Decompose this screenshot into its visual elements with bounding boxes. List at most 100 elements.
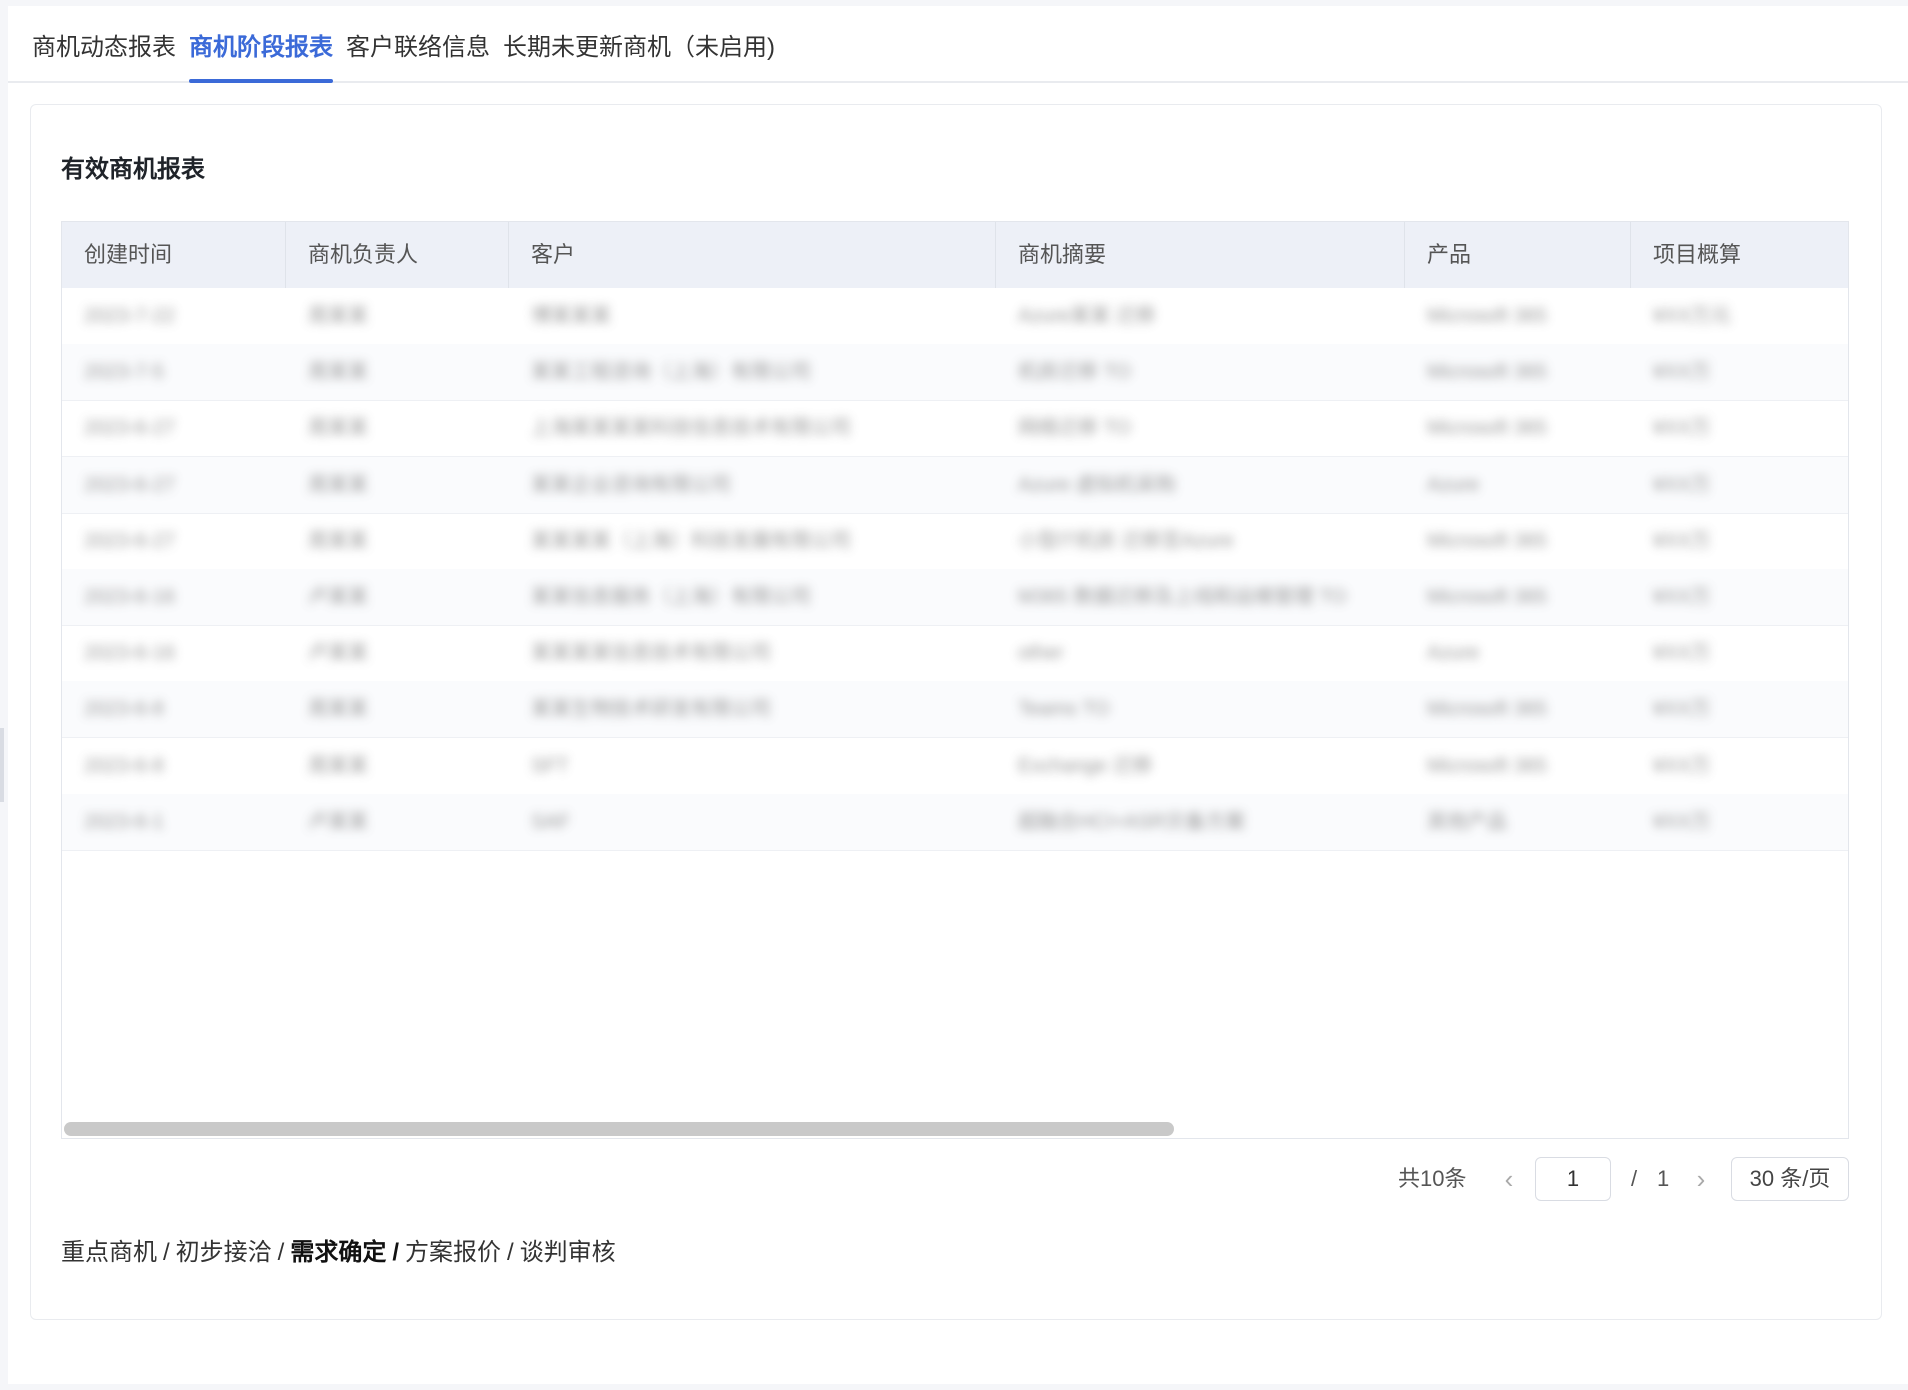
chevron-left-icon[interactable]: ‹ [1495, 1157, 1523, 1201]
pagination: 共10条 ‹ / 1 › 30 条/页 [31, 1157, 1849, 1201]
cell-product: Azure [1427, 473, 1480, 496]
cell-created-time: 2023-6-8 [84, 698, 165, 721]
column-header-owner[interactable]: 商机负责人 [286, 222, 509, 288]
left-edge-handle[interactable] [0, 728, 4, 802]
stage-negotiation-review[interactable]: 谈判审核 [520, 1239, 616, 1266]
cell-product: Microsoft 365 [1427, 586, 1548, 608]
table-row[interactable]: 2023-7-22 周某某 博某某某 Azure某某 迁移 Microsoft 365 ¥… [62, 288, 1848, 345]
opportunity-table: 创建时间 商机负责人 客户 商机摘要 产品 项目概算 2023-7-22 周某某 博… [61, 221, 1849, 1139]
tab-opportunity-activity-report[interactable]: 商机动态报表 [32, 30, 176, 81]
stage-breadcrumb: 重点商机 / 初步接洽 / 需求确定 / 方案报价 / 谈判审核 [61, 1235, 616, 1271]
column-header-customer[interactable]: 客户 [509, 222, 996, 288]
cell-owner: 周某某 [308, 473, 368, 496]
chevron-right-icon[interactable]: › [1687, 1157, 1715, 1201]
cell-summary: Exchange 迁移 [1018, 754, 1153, 777]
stage-proposal-quote[interactable]: 方案报价 [405, 1239, 501, 1266]
cell-product: Azure [1427, 642, 1480, 665]
cell-budget: ¥XX万元 [1653, 305, 1731, 327]
cell-created-time: 2023-6-8 [84, 754, 165, 777]
tab-opportunity-stage-report[interactable]: 商机阶段报表 [189, 30, 333, 83]
cell-product: Microsoft 365 [1427, 361, 1548, 384]
cell-customer: 某某生物技术研发有限公司 [531, 698, 771, 721]
stage-separator: / [507, 1239, 514, 1266]
cell-created-time: 2023-6-27 [84, 417, 176, 440]
cell-created-time: 2023-6-27 [84, 529, 176, 552]
cell-product: Microsoft 365 [1427, 698, 1548, 721]
tab-customer-contact-info[interactable]: 客户联络信息 [346, 30, 490, 81]
table-header: 创建时间 商机负责人 客户 商机摘要 产品 项目概算 [62, 222, 1848, 288]
pagination-total-pages: 1 [1657, 1166, 1670, 1191]
cell-created-time: 2023-7-22 [84, 305, 176, 327]
cell-summary: 网络迁移 TO [1018, 417, 1131, 440]
table-row[interactable]: 2023-6-27 周某某 某某企业咨询有限公司 Azure 虚拟机采购 Azure ¥X… [62, 456, 1848, 514]
cell-summary: M365 数据迁移及上线和运维管理 TO [1018, 586, 1347, 608]
cell-summary: 小型IT机房 迁移至Azure [1018, 529, 1234, 552]
table-row[interactable]: 2023-6-16 卢某某 某某信息服务（上海）有限公司 M365 数据迁移及上线和运… [62, 569, 1848, 626]
cell-budget: ¥XX万 [1653, 417, 1711, 440]
cell-summary: other [1018, 642, 1064, 665]
report-window: 商机动态报表 商机阶段报表 客户联络信息 长期未更新商机（未启用) 有效商机报表… [8, 6, 1908, 1384]
stage-separator: / [277, 1239, 285, 1266]
tab-stale-opportunities[interactable]: 长期未更新商机（未启用) [503, 30, 775, 81]
cell-budget: ¥XX万 [1653, 642, 1711, 665]
cell-summary: Teams TO [1018, 698, 1110, 721]
table-row[interactable]: 2023-6-16 卢某某 某某某某信息技术有限公司 other Azure ¥XX万 [62, 625, 1848, 683]
cell-owner: 周某某 [308, 361, 368, 384]
cell-product: Microsoft 365 [1427, 529, 1548, 552]
cell-owner: 周某某 [308, 698, 368, 721]
cell-budget: ¥XX万 [1653, 698, 1711, 721]
cell-customer: 某某工程咨询（上海）有限公司 [531, 361, 811, 384]
cell-customer: 上海某某某某科技信息技术有限公司 [531, 417, 851, 440]
stage-requirement-confirmed[interactable]: 需求确定 [290, 1239, 386, 1266]
pagination-total: 共10条 [1398, 1166, 1467, 1191]
cell-owner: 周某某 [308, 305, 368, 327]
column-header-summary[interactable]: 商机摘要 [996, 222, 1405, 288]
cell-summary: 机房迁移 TO [1018, 361, 1131, 384]
cell-summary: 超融合HCI+ASR灾备方案 [1018, 810, 1246, 833]
cell-customer: SFT [531, 754, 569, 777]
cell-customer: 某某某某信息技术有限公司 [531, 642, 771, 665]
cell-customer: 某某信息服务（上海）有限公司 [531, 586, 811, 608]
table-row[interactable]: 2023-6-1 卢某某 SAF 超融合HCI+ASR灾备方案 其他产品 ¥XX万 [62, 793, 1848, 851]
cell-summary: Azure某某 迁移 [1018, 305, 1156, 327]
cell-customer: SAF [531, 810, 570, 833]
table-row[interactable]: 2023-6-27 周某某 某某某某（上海）科技发展有限公司 小型IT机房 迁移至Az… [62, 513, 1848, 570]
horizontal-scrollbar-thumb[interactable] [64, 1122, 1174, 1136]
column-header-product[interactable]: 产品 [1405, 222, 1631, 288]
horizontal-scrollbar[interactable] [62, 1122, 1848, 1136]
cell-budget: ¥XX万 [1653, 473, 1711, 496]
cell-owner: 卢某某 [308, 642, 368, 665]
cell-customer: 某某某某（上海）科技发展有限公司 [531, 529, 851, 552]
cell-owner: 周某某 [308, 754, 368, 777]
cell-created-time: 2023-6-1 [84, 810, 165, 833]
cell-product: 其他产品 [1427, 810, 1507, 833]
table-row[interactable]: 2023-6-8 周某某 SFT Exchange 迁移 Microsoft 365 ¥X… [62, 738, 1848, 795]
table-row[interactable]: 2023-6-27 周某某 上海某某某某科技信息技术有限公司 网络迁移 TO Micro… [62, 400, 1848, 458]
pagination-separator: / [1631, 1166, 1638, 1191]
table-row[interactable]: 2023-7-5 周某某 某某工程咨询（上海）有限公司 机房迁移 TO Microsof… [62, 344, 1848, 402]
page-number-input[interactable] [1535, 1157, 1611, 1201]
tab-bar: 商机动态报表 商机阶段报表 客户联络信息 长期未更新商机（未启用) [8, 6, 1908, 83]
stage-initial-contact[interactable]: 初步接洽 [176, 1239, 272, 1266]
card-title: 有效商机报表 [61, 156, 205, 183]
column-header-created-time[interactable]: 创建时间 [62, 222, 286, 288]
cell-customer: 博某某某 [531, 305, 611, 327]
cell-budget: ¥XX万 [1653, 529, 1711, 552]
cell-owner: 周某某 [308, 417, 368, 440]
stage-separator: / [163, 1239, 170, 1266]
cell-product: Microsoft 365 [1427, 417, 1548, 440]
cell-created-time: 2023-6-16 [84, 586, 176, 608]
page-size-select[interactable]: 30 条/页 [1731, 1157, 1849, 1201]
cell-created-time: 2023-7-5 [84, 361, 165, 384]
table-row[interactable]: 2023-6-8 周某某 某某生物技术研发有限公司 Teams TO Microsoft… [62, 681, 1848, 739]
cell-budget: ¥XX万 [1653, 810, 1711, 833]
cell-created-time: 2023-6-27 [84, 473, 176, 496]
cell-owner: 周某某 [308, 529, 368, 552]
column-header-budget[interactable]: 项目概算 [1631, 222, 1848, 288]
stage-key-opportunity[interactable]: 重点商机 [61, 1239, 157, 1266]
stage-separator: / [392, 1239, 400, 1266]
cell-owner: 卢某某 [308, 586, 368, 608]
cell-budget: ¥XX万 [1653, 361, 1711, 384]
cell-owner: 卢某某 [308, 810, 368, 833]
cell-budget: ¥XX万 [1653, 754, 1711, 777]
